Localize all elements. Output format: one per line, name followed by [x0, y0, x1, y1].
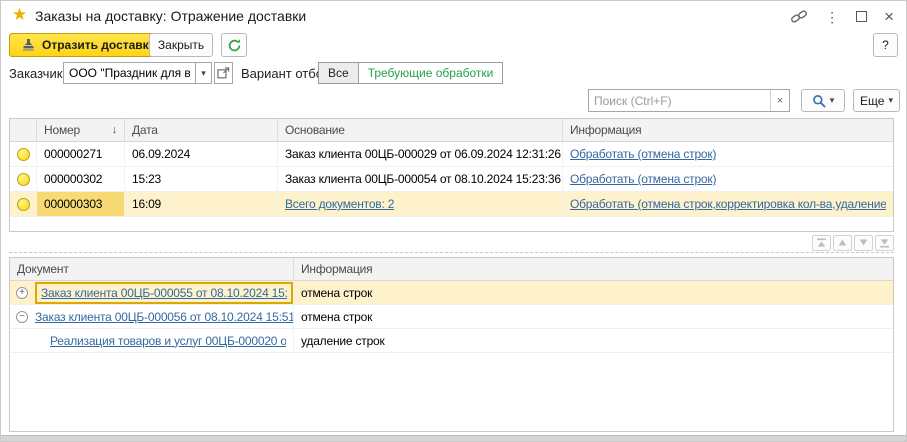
document-row-1-selected[interactable]: + Заказ клиента 00ЦБ-000055 от 08.10.202… [10, 281, 893, 305]
order-number: 000000271 [37, 142, 125, 166]
status-yellow-icon [17, 173, 30, 186]
more-dropdown-icon: ▾ [888, 95, 893, 106]
app-window: ★ Заказы на доставку: Отражение доставки… [0, 0, 907, 442]
documents-table: Документ Информация + Заказ клиента 00ЦБ… [9, 257, 894, 432]
process-link[interactable]: Обработать (отмена строк) [570, 172, 716, 186]
order-date: 06.09.2024 [125, 142, 278, 166]
tables-splitter[interactable] [9, 252, 894, 253]
stamp-icon [21, 38, 36, 52]
documents-total-link[interactable]: Всего документов: 2 [285, 197, 394, 211]
move-to-bottom-button[interactable] [875, 235, 894, 251]
document-info: удаление строк [294, 329, 893, 352]
document-link[interactable]: Заказ клиента 00ЦБ-000056 от 08.10.2024 … [35, 310, 293, 324]
basis-column-header[interactable]: Основание [278, 119, 563, 141]
order-row-3-selected[interactable]: 000000303 16:09 Всего документов: 2 Обра… [10, 192, 893, 217]
clear-search-icon[interactable]: × [770, 90, 789, 111]
document-row-2[interactable]: − Заказ клиента 00ЦБ-000056 от 08.10.202… [10, 305, 893, 329]
orders-table-header: Номер ↓ Дата Основание Информация [10, 119, 893, 142]
document-column-header[interactable]: Документ [10, 258, 294, 280]
favorite-star-icon[interactable]: ★ [12, 5, 27, 25]
search-input[interactable] [589, 90, 770, 111]
order-basis: Заказ клиента 00ЦБ-000054 от 08.10.2024 … [278, 167, 563, 191]
more-actions-button[interactable]: Еще ▾ [853, 89, 900, 112]
help-button[interactable]: ? [873, 33, 898, 57]
page-title: Заказы на доставку: Отражение доставки [35, 8, 306, 24]
row-move-buttons [812, 235, 894, 251]
reflect-delivery-button[interactable]: Отразить доставку [9, 33, 167, 57]
refresh-button[interactable] [221, 33, 247, 57]
sort-desc-icon: ↓ [108, 124, 117, 136]
info-column-header[interactable]: Информация [563, 119, 893, 141]
document-link[interactable]: Реализация товаров и услуг 00ЦБ-000020 о… [50, 334, 286, 348]
more-menu-icon[interactable]: ⋮ [825, 10, 839, 24]
selection-variant-toggle: Все Требующие обработки [318, 62, 503, 84]
filter-bar: Заказчик: ▾ Вариант отбора: Все Требующи… [1, 62, 906, 84]
document-row-3-child[interactable]: Реализация товаров и услуг 00ЦБ-000020 о… [10, 329, 893, 353]
status-column-header[interactable] [10, 119, 37, 141]
close-icon[interactable]: × [884, 10, 894, 23]
search-bar: × ▾ Еще ▾ [1, 89, 906, 112]
command-bar: Отразить доставку Закрыть ? [1, 33, 906, 57]
order-number-focused-cell: 000000303 [37, 192, 125, 216]
search-icon [812, 94, 826, 108]
status-yellow-icon [17, 148, 30, 161]
process-link[interactable]: Обработать (отмена строк) [570, 147, 716, 161]
variant-needs-processing-option[interactable]: Требующие обработки [358, 62, 504, 84]
order-row-1[interactable]: 000000271 06.09.2024 Заказ клиента 00ЦБ-… [10, 142, 893, 167]
doc-info-column-header[interactable]: Информация [294, 258, 893, 280]
move-up-button[interactable] [833, 235, 852, 251]
focused-document-cell: Заказ клиента 00ЦБ-000055 от 08.10.2024 … [35, 282, 293, 304]
document-link[interactable]: Заказ клиента 00ЦБ-000055 от 08.10.2024 … [41, 286, 287, 300]
order-row-2[interactable]: 000000302 15:23 Заказ клиента 00ЦБ-00005… [10, 167, 893, 192]
link-icon[interactable] [790, 9, 808, 24]
refresh-icon [227, 38, 242, 53]
document-info: отмена строк [294, 305, 893, 328]
status-yellow-icon [17, 198, 30, 211]
move-down-button[interactable] [854, 235, 873, 251]
move-to-top-button[interactable] [812, 235, 831, 251]
customer-input[interactable] [63, 62, 196, 84]
document-info: отмена строк [294, 281, 893, 304]
customer-label: Заказчик: [9, 66, 66, 81]
window-controls: ⋮ × [790, 9, 894, 24]
number-column-header[interactable]: Номер ↓ [37, 119, 125, 141]
customer-dropdown-icon[interactable]: ▾ [195, 62, 212, 84]
expand-icon[interactable]: + [16, 287, 28, 299]
order-basis: Заказ клиента 00ЦБ-000029 от 06.09.2024 … [278, 142, 563, 166]
orders-table: Номер ↓ Дата Основание Информация 000000… [9, 118, 894, 232]
reflect-delivery-label: Отразить доставку [42, 38, 155, 52]
search-dropdown-icon: ▾ [830, 95, 835, 106]
window-bottom-edge [1, 435, 906, 442]
more-actions-label: Еще [860, 94, 884, 108]
search-box: × [588, 89, 790, 112]
collapse-icon[interactable]: − [16, 311, 28, 323]
customer-combo: ▾ [63, 62, 233, 84]
process-link[interactable]: Обработать (отмена строк,корректировка к… [570, 197, 886, 211]
order-date: 15:23 [125, 167, 278, 191]
search-button[interactable]: ▾ [801, 89, 845, 112]
date-column-header[interactable]: Дата [125, 119, 278, 141]
order-date: 16:09 [125, 192, 278, 216]
maximize-icon[interactable] [856, 11, 867, 22]
open-customer-icon[interactable] [214, 62, 233, 84]
documents-table-header: Документ Информация [10, 258, 893, 281]
variant-all-option[interactable]: Все [318, 62, 359, 84]
order-number: 000000302 [37, 167, 125, 191]
number-column-label: Номер [44, 123, 80, 137]
close-form-button[interactable]: Закрыть [149, 33, 213, 57]
